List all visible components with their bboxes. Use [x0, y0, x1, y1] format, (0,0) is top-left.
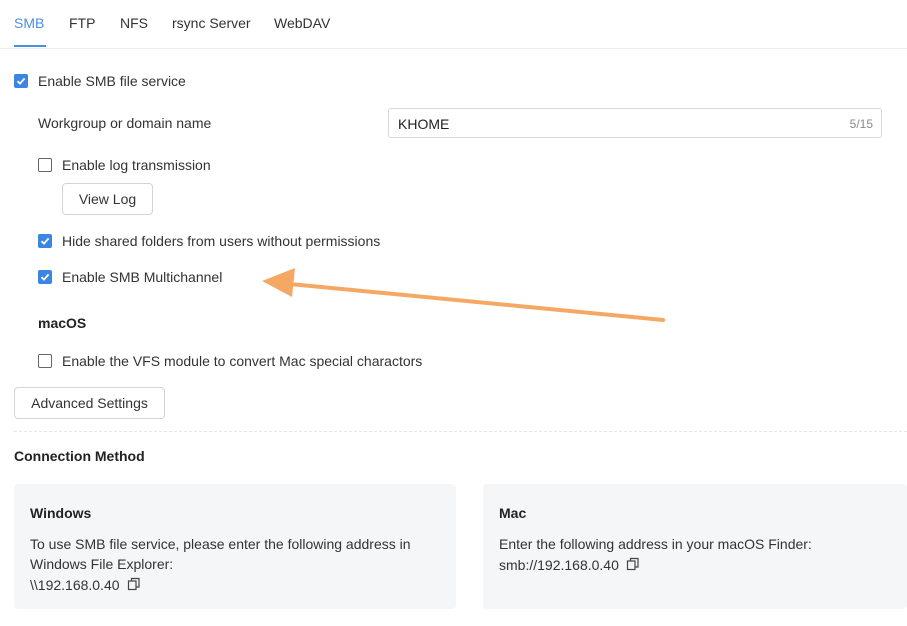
workgroup-input[interactable]: KHOME 5/15 — [388, 108, 882, 138]
tab-ftp[interactable]: FTP — [69, 15, 95, 31]
windows-instructions-line2: Windows File Explorer: — [30, 556, 174, 572]
tab-webdav[interactable]: WebDAV — [274, 15, 330, 31]
enable-smb-label: Enable SMB file service — [38, 73, 186, 89]
macos-heading: macOS — [38, 315, 87, 331]
windows-card: Windows To use SMB file service, please … — [14, 484, 456, 609]
windows-card-title: Windows — [30, 505, 92, 521]
advanced-settings-button[interactable]: Advanced Settings — [14, 387, 165, 419]
log-transmission-label: Enable log transmission — [62, 157, 211, 173]
smb-multichannel-label: Enable SMB Multichannel — [62, 269, 223, 285]
mac-card-title: Mac — [499, 505, 527, 521]
tab-nfs[interactable]: NFS — [120, 15, 148, 31]
check-icon — [16, 77, 26, 85]
view-log-button[interactable]: View Log — [62, 183, 153, 215]
windows-instructions-line1: To use SMB file service, please enter th… — [30, 536, 411, 552]
windows-instructions: To use SMB file service, please enter th… — [30, 534, 411, 574]
tab-rsync-server[interactable]: rsync Server — [172, 15, 251, 31]
vfs-module-checkbox[interactable] — [38, 354, 52, 368]
hide-shared-folders-label: Hide shared folders from users without p… — [62, 233, 381, 249]
mac-card: Mac Enter the following address in your … — [483, 484, 907, 609]
connection-method-heading: Connection Method — [14, 448, 145, 464]
copy-icon[interactable] — [127, 577, 141, 591]
active-tab-indicator — [14, 45, 46, 47]
hide-shared-folders-checkbox[interactable] — [38, 234, 52, 248]
tab-bar: SMB FTP NFS rsync Server WebDAV — [0, 0, 907, 49]
workgroup-label: Workgroup or domain name — [38, 115, 212, 131]
section-divider — [14, 431, 907, 432]
mac-address: smb://192.168.0.40 — [499, 557, 619, 573]
workgroup-value: KHOME — [398, 116, 450, 132]
log-transmission-checkbox[interactable] — [38, 158, 52, 172]
copy-icon[interactable] — [626, 557, 640, 571]
vfs-module-label: Enable the VFS module to convert Mac spe… — [62, 353, 423, 369]
check-icon — [40, 237, 50, 245]
smb-multichannel-checkbox[interactable] — [38, 270, 52, 284]
windows-address: \\192.168.0.40 — [30, 577, 120, 593]
workgroup-char-counter: 5/15 — [849, 117, 873, 131]
tab-smb[interactable]: SMB — [14, 15, 44, 31]
mac-instructions: Enter the following address in your macO… — [499, 536, 812, 552]
check-icon — [40, 273, 50, 281]
enable-smb-checkbox[interactable] — [14, 74, 28, 88]
